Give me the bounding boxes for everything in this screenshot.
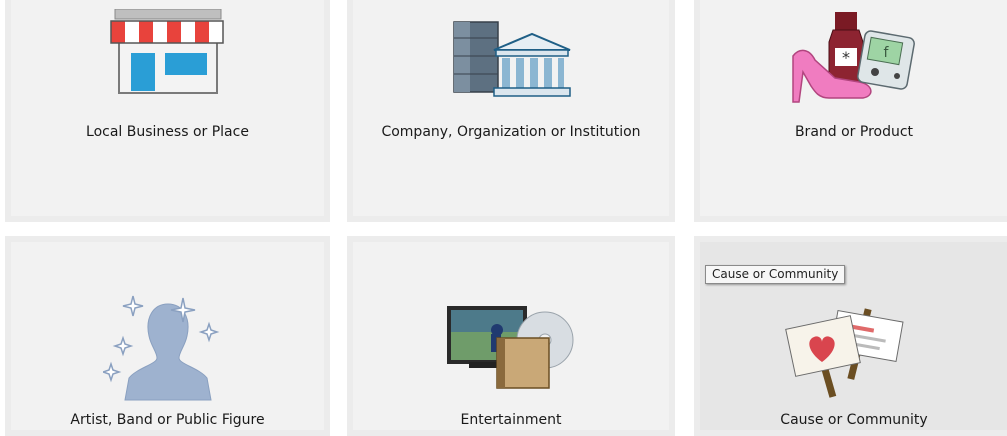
products-icon: * f [789,12,919,104]
category-label: Artist, Band or Public Figure [70,412,265,428]
entertainment-tv-disc-icon [441,302,581,392]
category-label: Company, Organization or Institution [381,124,641,140]
tile-inner: * f Brand or Product [700,0,1007,216]
category-label: Local Business or Place [86,124,249,140]
category-label: Brand or Product [794,124,914,140]
category-tile-brand[interactable]: * f Brand or Product [694,0,1007,222]
tile-inner: Local Business or Place [11,0,324,216]
tile-inner: Entertainment [353,242,669,430]
tile-inner: Company, Organization or Institution [353,0,669,216]
category-label: Cause or Community [780,412,928,428]
category-tile-entertainment[interactable]: Entertainment [347,236,675,436]
category-label: Entertainment [460,412,562,428]
category-tile-artist[interactable]: Artist, Band or Public Figure [5,236,330,436]
hover-tooltip: Cause or Community [705,265,846,284]
category-tile-local-business[interactable]: Local Business or Place [5,0,330,222]
category-tile-company[interactable]: Company, Organization or Institution [347,0,675,222]
storefront-icon [103,9,233,95]
institution-buildings-icon [446,20,576,100]
tile-inner: Artist, Band or Public Figure [11,242,324,430]
public-figure-silhouette-icon [102,292,233,402]
protest-signs-icon [784,302,924,398]
svg-text:*: * [842,48,850,67]
